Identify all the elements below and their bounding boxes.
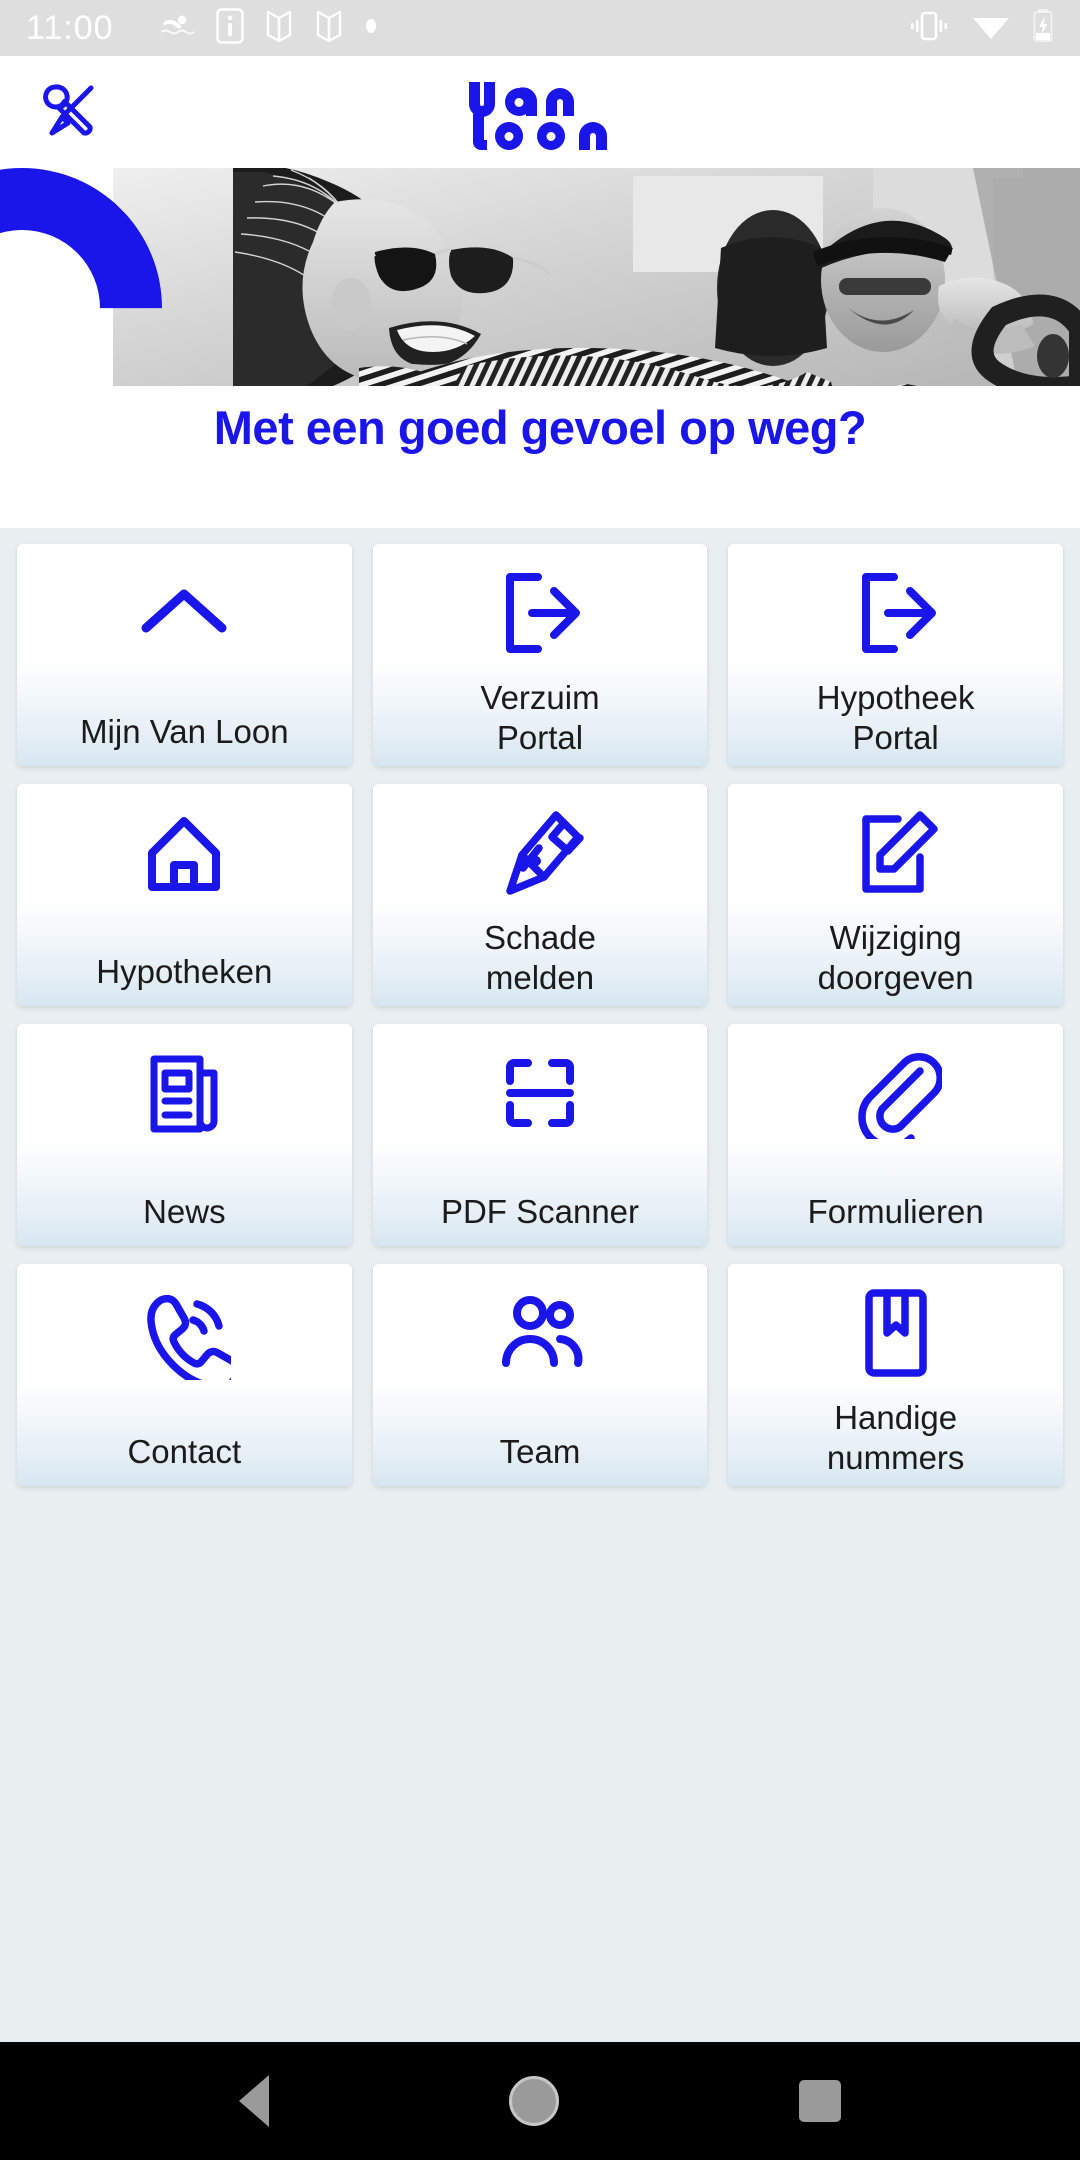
chevron-up-icon <box>17 554 352 672</box>
vibrate-icon <box>908 10 950 47</box>
hero-section: Met een goed gevoel op weg? <box>0 168 1080 528</box>
recent-apps-button[interactable] <box>799 2080 841 2122</box>
status-bar-left: 11:00 <box>26 7 378 49</box>
hero-title: Met een goed gevoel op weg? <box>213 401 867 454</box>
status-bar-right <box>908 8 1054 48</box>
tile-label: Schade melden <box>484 919 596 996</box>
bookmark-book-icon <box>728 1274 1063 1392</box>
tile-hypotheek-portal[interactable]: Hypotheek Portal <box>728 544 1063 766</box>
tile-label: Handige nummers <box>826 1399 965 1476</box>
book-icon <box>314 8 344 49</box>
dot-icon <box>364 16 378 41</box>
document-edit-icon <box>728 794 1063 912</box>
shortcut-grid: Mijn Van Loon Verzuim Portal Hypotheek P… <box>0 528 1080 1486</box>
van-loon-logo[interactable]: van loon <box>450 68 630 156</box>
hero-photo <box>113 168 1080 386</box>
logo-text-loon: loon <box>539 151 541 153</box>
fountain-pen-icon <box>373 794 708 912</box>
tile-label: Team <box>499 1433 581 1470</box>
tile-contact[interactable]: Contact <box>17 1264 352 1486</box>
people-icon <box>373 1274 708 1392</box>
tile-label: Verzuim Portal <box>480 679 600 756</box>
wifi-icon <box>972 11 1010 46</box>
tile-label: News <box>143 1193 226 1230</box>
tile-hypotheken[interactable]: Hypotheken <box>17 784 352 1006</box>
battery-charging-icon <box>1032 8 1054 48</box>
tile-verzuim-portal[interactable]: Verzuim Portal <box>372 544 708 766</box>
external-link-icon <box>373 554 708 672</box>
tile-label: Wijziging doorgeven <box>817 919 974 996</box>
back-button[interactable] <box>239 2075 269 2127</box>
external-link-icon <box>728 554 1063 672</box>
tools-button[interactable] <box>36 77 106 147</box>
tile-label: Formulieren <box>807 1193 984 1230</box>
book-icon <box>264 8 294 49</box>
tile-label: Contact <box>127 1433 242 1470</box>
home-icon <box>17 794 352 912</box>
app-header: van loon <box>0 56 1080 168</box>
tile-schade-melden[interactable]: Schade melden <box>372 784 708 1006</box>
home-button[interactable] <box>509 2076 559 2126</box>
tile-mijn-van-loon[interactable]: Mijn Van Loon <box>17 544 352 766</box>
newspaper-icon <box>17 1034 352 1152</box>
logo-text-van: van <box>539 107 541 109</box>
tile-pdf-scanner[interactable]: PDF Scanner <box>372 1024 708 1246</box>
tile-news[interactable]: News <box>17 1024 352 1246</box>
tile-wijziging-doorgeven[interactable]: Wijziging doorgeven <box>728 784 1063 1006</box>
paperclip-icon <box>728 1034 1063 1152</box>
tile-team[interactable]: Team <box>372 1264 708 1486</box>
tile-handige-nummers[interactable]: Handige nummers <box>728 1264 1063 1486</box>
tile-label: Hypotheek Portal <box>816 679 975 756</box>
phone-ringing-icon <box>17 1274 352 1392</box>
swimmer-icon <box>160 13 196 44</box>
android-nav-bar <box>0 2042 1080 2160</box>
scan-frame-icon <box>373 1034 708 1152</box>
tile-label: Hypotheken <box>96 953 273 990</box>
wrench-screwdriver-icon <box>38 77 104 148</box>
status-time: 11:00 <box>26 8 114 47</box>
tile-label: PDF Scanner <box>440 1193 640 1230</box>
status-bar: 11:00 <box>0 0 1080 56</box>
info-icon <box>215 7 244 49</box>
tile-label: Mijn Van Loon <box>80 713 289 750</box>
tile-formulieren[interactable]: Formulieren <box>728 1024 1063 1246</box>
